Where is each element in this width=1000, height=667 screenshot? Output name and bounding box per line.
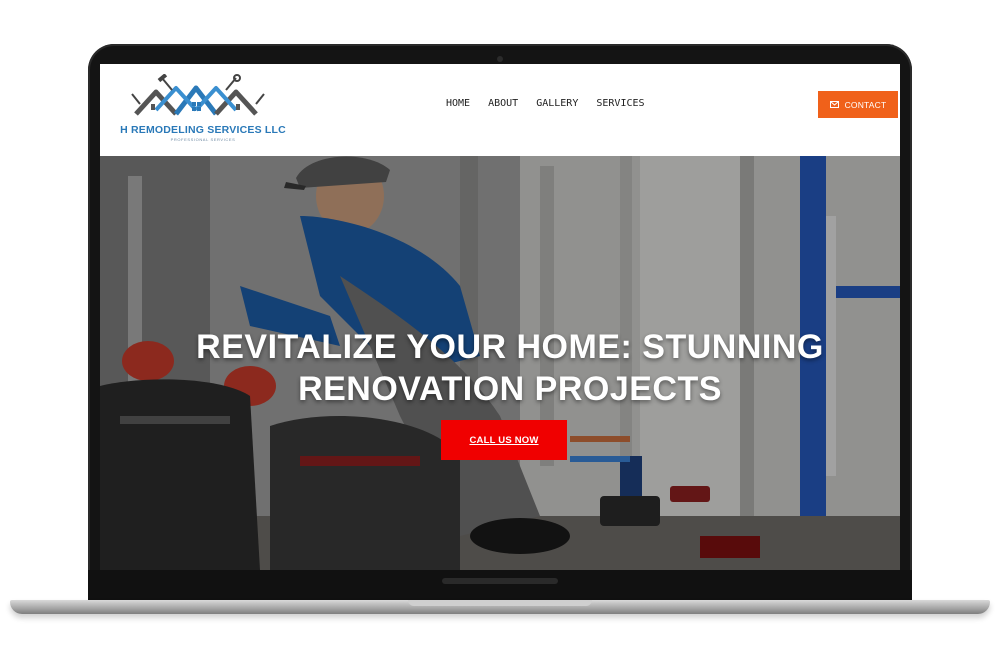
laptop-chin — [88, 570, 912, 600]
nav-about[interactable]: ABOUT — [488, 94, 518, 114]
hammer-icon — [157, 73, 173, 91]
main-nav: HOME ABOUT GALLERY SERVICES — [446, 94, 645, 114]
site-header: H REMODELING SERVICES LLC PROFESSIONAL S… — [100, 64, 900, 156]
brand-name: H REMODELING SERVICES LLC — [120, 124, 286, 136]
contact-button[interactable]: CONTACT — [818, 91, 898, 118]
nav-gallery[interactable]: GALLERY — [536, 94, 578, 114]
site-logo[interactable]: H REMODELING SERVICES LLC PROFESSIONAL S… — [118, 73, 288, 144]
browser-screen: H REMODELING SERVICES LLC PROFESSIONAL S… — [100, 64, 900, 570]
hero-title-line1: REVITALIZE YOUR HOME: STUNNING — [196, 328, 824, 366]
nav-services[interactable]: SERVICES — [596, 94, 644, 114]
laptop-base-lip — [408, 600, 592, 606]
brand-tagline: PROFESSIONAL SERVICES — [170, 137, 236, 142]
call-us-now-button[interactable]: CALL US NOW — [441, 420, 567, 460]
nav-home[interactable]: HOME — [446, 94, 470, 114]
webcam — [497, 56, 503, 62]
hero-title-line2: RENOVATION PROJECTS — [298, 370, 722, 408]
contact-button-label: CONTACT — [844, 99, 887, 110]
laptop-hinge-notch — [442, 578, 558, 584]
house-roof-logo-icon — [131, 73, 265, 116]
hero-section: REVITALIZE YOUR HOME: STUNNING RENOVATIO… — [100, 156, 900, 570]
envelope-icon — [829, 101, 839, 108]
wrench-icon — [225, 74, 241, 91]
hero-title: REVITALIZE YOUR HOME: STUNNING RENOVATIO… — [160, 326, 860, 410]
